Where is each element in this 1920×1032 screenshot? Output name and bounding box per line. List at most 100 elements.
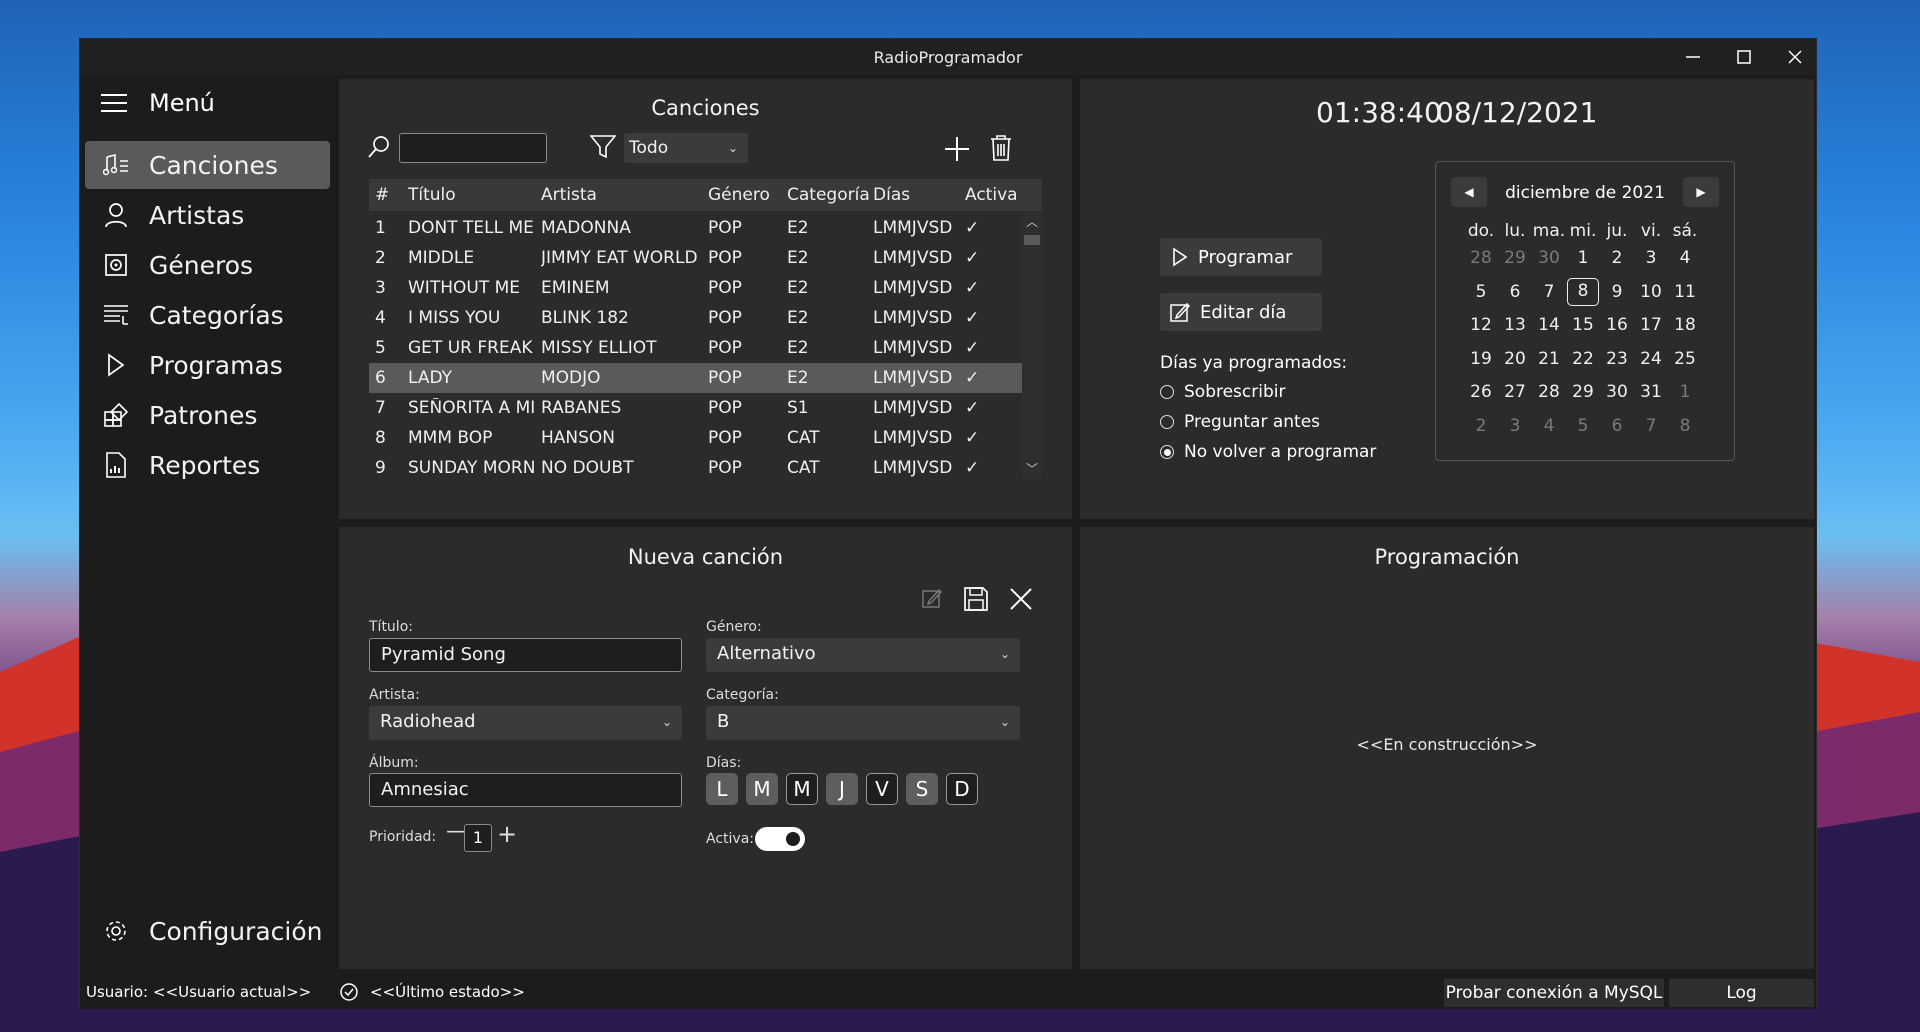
search-input[interactable] (399, 133, 547, 163)
sidebar-item-generos[interactable]: Géneros (85, 241, 330, 289)
calendar-day[interactable]: 2 (1465, 412, 1497, 440)
delete-song-button[interactable] (990, 135, 1012, 161)
calendar-day[interactable]: 17 (1635, 311, 1667, 339)
table-row[interactable]: 8 MMM BOP HANSON POP CAT LMMJVSD ✓ (369, 423, 1022, 453)
program-button[interactable]: Programar (1160, 238, 1322, 276)
col-header[interactable]: Activa (965, 185, 1018, 205)
table-row[interactable]: 1 DONT TELL ME MADONNA POP E2 LMMJVSD ✓ (369, 213, 1022, 243)
table-row[interactable]: 2 MIDDLE JIMMY EAT WORLD POP E2 LMMJVSD ✓ (369, 243, 1022, 273)
calendar-day[interactable]: 7 (1635, 412, 1667, 440)
genre-select[interactable]: Alternativo ⌄ (706, 638, 1020, 672)
calendar-day[interactable]: 31 (1635, 378, 1667, 406)
sidebar-item-patrones[interactable]: Patrones (85, 391, 330, 439)
calendar-day[interactable]: 25 (1669, 345, 1701, 373)
calendar-day[interactable]: 4 (1669, 244, 1701, 272)
cancel-button[interactable] (1010, 588, 1032, 610)
calendar-day-today[interactable]: 8 (1567, 277, 1599, 306)
calendar-day[interactable]: 18 (1669, 311, 1701, 339)
calendar-day[interactable]: 1 (1567, 244, 1599, 272)
radio-overwrite[interactable]: Sobrescribir (1160, 382, 1285, 402)
day-toggle[interactable]: L (706, 773, 738, 805)
sidebar-item-programas[interactable]: Programas (85, 341, 330, 389)
artist-select[interactable]: Radiohead ⌄ (369, 706, 682, 740)
title-field[interactable]: Pyramid Song (369, 638, 682, 672)
close-button[interactable] (1770, 39, 1820, 75)
edit-day-button[interactable]: Editar día (1160, 293, 1322, 331)
filter-select[interactable]: Todo ⌄ (624, 133, 748, 163)
log-button[interactable]: Log (1669, 979, 1814, 1007)
col-header[interactable]: Género (708, 185, 770, 205)
calendar-day[interactable]: 13 (1499, 311, 1531, 339)
calendar-day[interactable]: 30 (1601, 378, 1633, 406)
minimize-button[interactable] (1668, 39, 1718, 75)
calendar-day[interactable]: 9 (1601, 278, 1633, 306)
calendar-day[interactable]: 21 (1533, 345, 1565, 373)
chevron-down-icon[interactable]: ﹀ (1026, 460, 1038, 477)
calendar-day[interactable]: 6 (1601, 412, 1633, 440)
album-field[interactable]: Amnesiac (369, 773, 682, 807)
col-header[interactable]: Categoría (787, 185, 870, 205)
calendar-day[interactable]: 26 (1465, 378, 1497, 406)
col-header[interactable]: Artista (541, 185, 597, 205)
calendar-day[interactable]: 5 (1567, 412, 1599, 440)
calendar-day[interactable]: 12 (1465, 311, 1497, 339)
table-row[interactable]: 5 GET UR FREAK (MISSY ELLIOT POP E2 LMMJVSD ✓ (369, 333, 1022, 363)
priority-stepper[interactable]: 1 (464, 824, 492, 852)
save-button[interactable] (964, 587, 988, 611)
radio-ask-before[interactable]: Preguntar antes (1160, 412, 1320, 432)
day-toggle[interactable]: M (786, 773, 818, 805)
add-song-button[interactable] (945, 137, 969, 161)
calendar-day[interactable]: 28 (1465, 244, 1497, 272)
maximize-button[interactable] (1719, 39, 1769, 75)
calendar-day[interactable]: 8 (1669, 412, 1701, 440)
calendar-day[interactable]: 27 (1499, 378, 1531, 406)
day-toggle[interactable]: S (906, 773, 938, 805)
day-toggle[interactable]: V (866, 773, 898, 805)
chevron-up-icon[interactable]: ︿ (1026, 213, 1038, 230)
calendar-day[interactable]: 4 (1533, 412, 1565, 440)
test-mysql-button[interactable]: Probar conexión a MySQL (1444, 979, 1664, 1007)
calendar-day[interactable]: 24 (1635, 345, 1667, 373)
table-row[interactable]: 4 I MISS YOU BLINK 182 POP E2 LMMJVSD ✓ (369, 303, 1022, 333)
category-select[interactable]: B ⌄ (706, 706, 1020, 740)
calendar-day[interactable]: 14 (1533, 311, 1565, 339)
col-header[interactable]: # (375, 185, 389, 205)
day-toggle[interactable]: M (746, 773, 778, 805)
songs-scrollbar[interactable]: ︿ ﹀ (1022, 211, 1042, 479)
calendar-day[interactable]: 10 (1635, 278, 1667, 306)
calendar-day[interactable]: 3 (1635, 244, 1667, 272)
calendar-day[interactable]: 23 (1601, 345, 1633, 373)
calendar-day[interactable]: 28 (1533, 378, 1565, 406)
calendar-day[interactable]: 6 (1499, 278, 1531, 306)
day-toggle[interactable]: D (946, 773, 978, 805)
sidebar-item-canciones[interactable]: Canciones (85, 141, 330, 189)
calendar-day[interactable]: 29 (1567, 378, 1599, 406)
active-toggle[interactable] (755, 827, 805, 851)
calendar-day[interactable]: 15 (1567, 311, 1599, 339)
settings-item[interactable]: Configuración (85, 907, 330, 955)
calendar-day[interactable]: 5 (1465, 278, 1497, 306)
table-row[interactable]: 3 WITHOUT ME EMINEM POP E2 LMMJVSD ✓ (369, 273, 1022, 303)
menu-toggle[interactable]: Menú (101, 89, 215, 117)
calendar-day[interactable]: 3 (1499, 412, 1531, 440)
table-row[interactable]: 6 LADY MODJO POP E2 LMMJVSD ✓ (369, 363, 1022, 393)
calendar-day[interactable]: 29 (1499, 244, 1531, 272)
edit-disabled-icon[interactable] (922, 588, 944, 610)
calendar-day[interactable]: 16 (1601, 311, 1633, 339)
col-header[interactable]: Título (408, 185, 456, 205)
calendar-day[interactable]: 2 (1601, 244, 1633, 272)
calendar-day[interactable]: 20 (1499, 345, 1531, 373)
calendar-day[interactable]: 1 (1669, 378, 1701, 406)
scrollbar-thumb[interactable] (1024, 235, 1040, 245)
calendar-day[interactable]: 30 (1533, 244, 1565, 272)
next-month-button[interactable]: ▶ (1683, 177, 1719, 207)
calendar-day[interactable]: 19 (1465, 345, 1497, 373)
radio-never[interactable]: No volver a programar (1160, 442, 1376, 462)
table-row[interactable]: 7 SEÑORITA A MI RABANES POP S1 LMMJVSD ✓ (369, 393, 1022, 423)
priority-increment[interactable]: + (497, 820, 517, 848)
calendar-day[interactable]: 22 (1567, 345, 1599, 373)
sidebar-item-categorias[interactable]: Categorías (85, 291, 330, 339)
calendar-day[interactable]: 11 (1669, 278, 1701, 306)
col-header[interactable]: Días (873, 185, 910, 205)
sidebar-item-artistas[interactable]: Artistas (85, 191, 330, 239)
